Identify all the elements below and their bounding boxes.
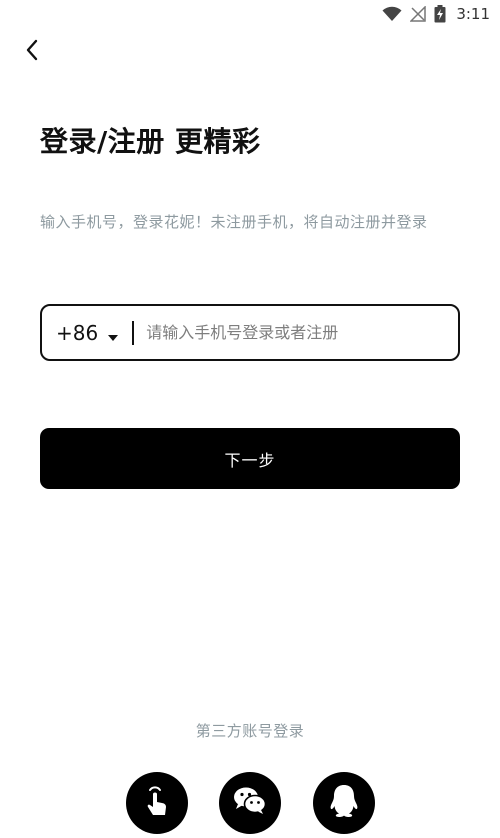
qq-login-button[interactable] [313, 772, 375, 834]
finger-tap-icon [140, 784, 174, 822]
phone-number-input[interactable] [146, 323, 437, 342]
wifi-icon [382, 6, 402, 22]
touch-login-button[interactable] [126, 772, 188, 834]
next-step-button[interactable]: 下一步 [40, 428, 460, 489]
country-code-selector[interactable]: +86 [56, 320, 119, 346]
back-button[interactable] [18, 38, 46, 66]
page-title: 登录/注册 更精彩 [40, 125, 261, 158]
qq-icon [328, 783, 360, 823]
next-step-label: 下一步 [224, 450, 276, 470]
wechat-login-button[interactable] [219, 772, 281, 834]
third-party-login-options [0, 772, 500, 834]
no-signal-icon [410, 6, 427, 22]
country-code-label: +86 [56, 320, 99, 345]
status-time: 3:11 [456, 5, 490, 23]
chevron-left-icon [25, 39, 39, 65]
caret-down-icon [108, 322, 119, 346]
page-subtitle: 输入手机号，登录花妮！未注册手机，将自动注册并登录 [40, 213, 428, 231]
battery-charging-icon [434, 5, 446, 23]
wechat-icon [231, 784, 269, 822]
phone-input-box: +86 [40, 304, 460, 361]
third-party-login-label: 第三方账号登录 [195, 722, 305, 740]
status-bar: 3:11 [0, 0, 500, 28]
input-divider [132, 320, 135, 345]
login-screen: 3:11 登录/注册 更精彩 输入手机号，登录花妮！未注册手机，将自动注册并登录… [0, 0, 500, 838]
